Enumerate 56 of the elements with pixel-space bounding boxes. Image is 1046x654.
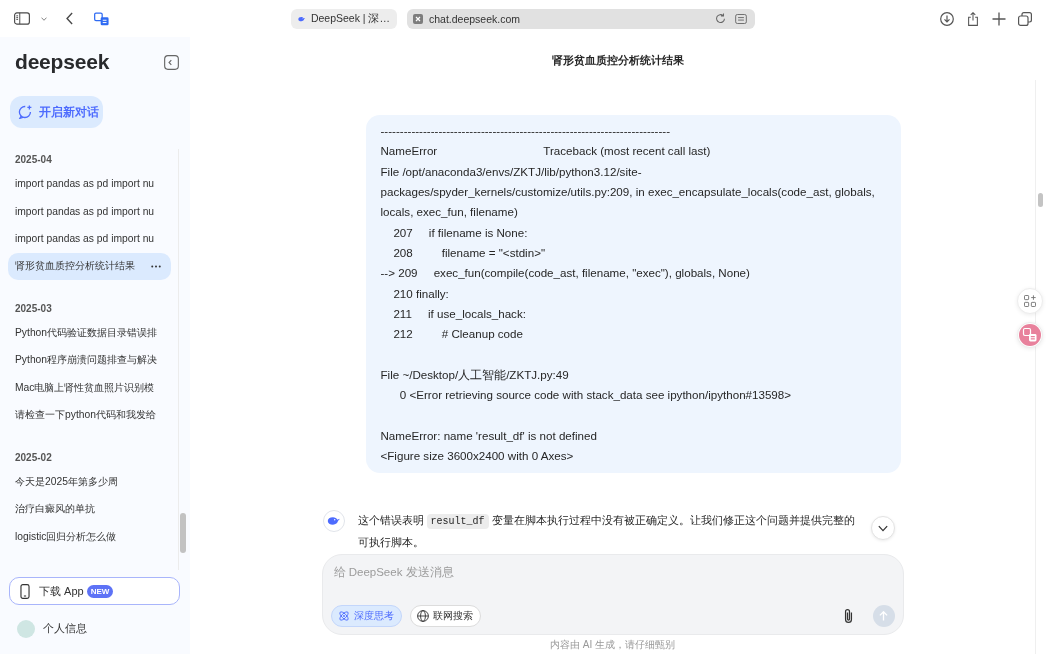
- close-icon[interactable]: [413, 13, 423, 24]
- chat-history-item[interactable]: Python程序崩溃问题排查与解决: [8, 346, 171, 374]
- collapse-sidebar-icon[interactable]: [164, 54, 179, 70]
- whale-icon: [322, 509, 345, 532]
- chevron-down-icon: [877, 524, 888, 532]
- more-icon[interactable]: [151, 264, 161, 268]
- arrow-up-icon: [879, 611, 888, 621]
- chat-history-item[interactable]: import pandas as pd import nu: [8, 170, 171, 198]
- logo: deepseek: [15, 51, 110, 73]
- disclaimer-text: 内容由 AI 生成，请仔细甄别: [550, 638, 675, 652]
- chat-title: 肾形贫血质控分析统计结果: [552, 53, 684, 67]
- atom-icon: [337, 610, 350, 622]
- back-icon[interactable]: [66, 12, 73, 25]
- profile-link[interactable]: 个人信息: [17, 612, 91, 646]
- assistant-message: 这个错误表明 result_df 变量在脚本执行过程中没有被正确定义。让我们修正这个问题并提供完整的可执行脚本。: [357, 512, 856, 550]
- user-message: --------------------------------------------------------------------------- NameError Traceback (most recent call last) File /opt/anaconda3/envs/ZKTJ/lib/python3.12/site-packages/spyder_kernels/customize/utils.py:209, in exec_encapsulate_locals(code_ast, globals, locals, exec_fun, filename) 207 if filename is None: 208 filename = "<stdin>" --> 209 exec_fun(compile(code_ast, filename, "exec"), globals, None) 210 finally: 211 if use_locals_hack: 212 # Cleanup code File ~/Desktop/人工智能/ZKTJ.py:49 0 <Error retrieving source code with stack_data see ipython/ipython#13598> NameError: name 'result_df' is not defined <Figure size 3600x2400 with 0 Axes>: [365, 115, 901, 473]
- scroll-down-button[interactable]: [870, 516, 895, 540]
- deep-think-button[interactable]: 深度思考: [330, 605, 402, 627]
- share-icon[interactable]: [966, 11, 980, 26]
- chat-history-item[interactable]: Mac电脑上肾性贫血照片识别模: [8, 374, 171, 402]
- date-heading: 2025-02: [14, 451, 53, 465]
- download-icon[interactable]: [940, 11, 954, 26]
- address-bar[interactable]: chat.deepseek.com: [407, 8, 755, 29]
- chat-history-item[interactable]: Python代码验证数据目录错误排: [8, 319, 171, 347]
- date-heading: 2025-03: [14, 302, 53, 316]
- chat-history-item[interactable]: 今天是2025年第多少周: [8, 468, 171, 496]
- chat-history-item[interactable]: 肾形贫血质控分析统计结果: [8, 252, 171, 280]
- chat-history-item[interactable]: 治疗白癜风的单抗: [8, 495, 171, 523]
- tabs-icon[interactable]: [1018, 11, 1032, 26]
- chat-history-item[interactable]: 请检查一下python代码和我发给: [8, 401, 171, 429]
- avatar: [17, 620, 35, 638]
- translate-icon: [1019, 324, 1041, 346]
- sidebar-toggle-icon[interactable]: [14, 12, 30, 25]
- chat-plus-icon: [18, 105, 32, 119]
- phone-icon: [20, 583, 30, 599]
- translate-icon[interactable]: [94, 11, 109, 26]
- scrollbar-thumb[interactable]: [1038, 193, 1043, 207]
- reload-icon[interactable]: [715, 13, 726, 24]
- whale-icon: [298, 14, 306, 23]
- plus-icon[interactable]: [992, 11, 1006, 26]
- reader-icon[interactable]: [735, 13, 747, 24]
- chat-history-item[interactable]: logistic回归分析怎么做: [8, 523, 171, 551]
- paperclip-icon[interactable]: [843, 608, 853, 624]
- scrollbar-thumb[interactable]: [180, 513, 186, 553]
- message-input[interactable]: 给 DeepSeek 发送消息: [330, 562, 895, 582]
- grid-plus-icon: [1024, 295, 1036, 307]
- browser-tab[interactable]: DeepSeek | 深…: [291, 8, 397, 29]
- chevron-down-icon[interactable]: [41, 16, 47, 21]
- chat-history-item[interactable]: import pandas as pd import nu: [8, 197, 171, 225]
- new-badge: NEW: [86, 584, 114, 598]
- chat-history-item[interactable]: import pandas as pd import nu: [8, 225, 171, 253]
- web-search-button[interactable]: 联网搜索: [409, 605, 481, 627]
- download-app-button[interactable]: 下载 App NEW: [9, 577, 180, 605]
- new-chat-button[interactable]: 开启新对话: [10, 96, 103, 128]
- date-heading: 2025-04: [14, 153, 53, 167]
- globe-icon: [416, 610, 429, 622]
